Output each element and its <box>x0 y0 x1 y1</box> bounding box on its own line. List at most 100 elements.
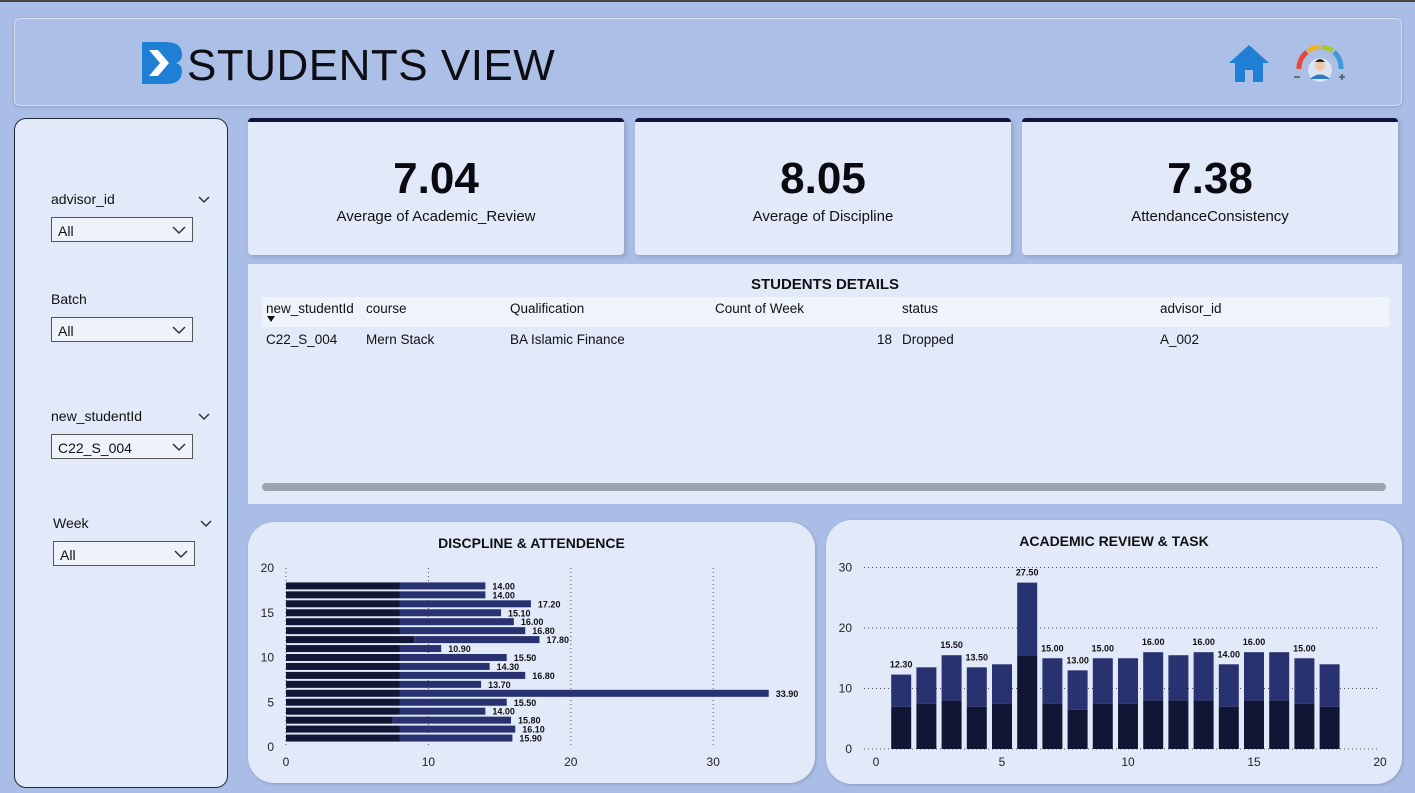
bar-segment-academic <box>966 706 987 749</box>
column-header[interactable]: course <box>366 301 407 316</box>
bar-segment-academic <box>1017 655 1038 749</box>
sort-descending-icon[interactable] <box>267 316 275 322</box>
x-tick-label: 20 <box>1373 755 1387 769</box>
data-label: 16.00 <box>1243 637 1266 647</box>
data-label: 16.00 <box>1192 637 1215 647</box>
bar-segment-discipline <box>286 734 400 742</box>
data-label: 10.90 <box>448 644 471 654</box>
batch-dropdown[interactable]: All <box>51 317 193 342</box>
batch-slicer: Batch All <box>51 291 211 342</box>
table-cell: BA Islamic Finance <box>510 332 625 347</box>
bar-segment-attendance <box>399 618 514 626</box>
bar-segment-discipline <box>286 618 400 626</box>
bar-segment-discipline <box>286 627 400 635</box>
bar-segment-attendance <box>392 716 511 724</box>
bar-segment-discipline <box>286 636 415 644</box>
advisor-slicer: advisor_id All <box>51 191 211 242</box>
chevron-down-icon[interactable] <box>197 410 211 422</box>
bar-segment-discipline <box>286 707 400 715</box>
bar-segment-discipline <box>286 689 400 697</box>
data-label: 13.70 <box>488 680 511 690</box>
bar-segment-task <box>1118 658 1138 704</box>
data-label: 14.00 <box>492 707 515 717</box>
data-label: 27.50 <box>1016 568 1039 578</box>
bar-segment-task <box>1244 652 1264 701</box>
bar-segment-task <box>1168 655 1189 701</box>
performance-gauge-icon[interactable] <box>1291 39 1349 87</box>
y-tick-label: 30 <box>839 561 853 575</box>
dropdown-value: All <box>60 547 76 563</box>
y-tick-label: 0 <box>267 740 274 754</box>
bar-segment-academic <box>1269 700 1290 749</box>
column-header[interactable]: new_studentId <box>266 301 354 316</box>
bar-segment-attendance <box>399 627 526 635</box>
bar-segment-academic <box>1244 700 1264 749</box>
bar-segment-task <box>1143 652 1164 701</box>
academic-review-task-chart: ACADEMIC REVIEW & TASK 0 10 20 30 0 5 10 15 20 12… <box>826 520 1402 784</box>
advisor-dropdown[interactable]: All <box>51 217 193 242</box>
bar-segment-task <box>1294 658 1315 704</box>
chevron-down-icon[interactable] <box>199 517 213 529</box>
bar-segment-attendance <box>399 609 502 617</box>
data-label: 14.00 <box>1218 649 1241 659</box>
kpi-label: Average of Academic_Review <box>336 208 536 225</box>
student-dropdown[interactable]: C22_S_004 <box>51 434 193 459</box>
data-label: 33.90 <box>776 689 799 699</box>
bar-segment-academic <box>1067 709 1088 749</box>
dropdown-value: All <box>58 323 74 339</box>
chevron-down-icon[interactable] <box>197 193 211 205</box>
horizontal-scrollbar[interactable] <box>262 483 1386 491</box>
bar-segment-academic <box>1294 703 1315 749</box>
bar-segment-attendance <box>399 654 507 661</box>
bar-segment-task <box>941 655 962 701</box>
bar-segment-attendance <box>399 734 513 742</box>
table-cell: Dropped <box>902 332 954 347</box>
bar-segment-task <box>966 667 987 707</box>
x-tick-label: 20 <box>564 755 578 769</box>
bar-segment-task <box>1269 652 1290 701</box>
bar-segment-academic <box>1319 706 1340 749</box>
data-label: 12.30 <box>890 660 913 670</box>
bar-segment-attendance <box>399 645 442 653</box>
bar-segment-attendance <box>399 707 486 715</box>
slicer-label: Week <box>53 515 89 531</box>
student-slicer: new_studentId C22_S_004 <box>51 408 211 459</box>
kpi-value: 8.05 <box>780 154 866 203</box>
column-header[interactable]: Qualification <box>510 301 584 316</box>
kpi-card-discipline: 8.05 Average of Discipline <box>635 118 1011 255</box>
bar-segment-attendance <box>399 582 486 590</box>
bar-segment-attendance <box>399 689 769 697</box>
x-tick-label: 0 <box>283 755 290 769</box>
data-label: 15.00 <box>1293 643 1316 653</box>
bar-segment-task <box>1218 664 1239 707</box>
column-header[interactable]: advisor_id <box>1160 301 1222 316</box>
home-icon[interactable] <box>1227 43 1271 83</box>
bar-segment-task <box>1092 658 1113 704</box>
bar-segment-academic <box>1118 703 1138 749</box>
table-cell: A_002 <box>1160 332 1200 347</box>
bar-segment-attendance <box>399 725 516 733</box>
table-cell: C22_S_004 <box>266 332 338 347</box>
bar-segment-discipline <box>286 698 400 706</box>
bar-segment-task <box>891 674 912 707</box>
chart-canvas: 0 10 20 300510152014.0014.0017.2015.1016.00… <box>261 561 799 769</box>
chevron-down-icon <box>172 326 186 335</box>
data-label: 16.00 <box>1142 637 1165 647</box>
bar-segment-academic <box>891 706 912 749</box>
table-title: STUDENTS DETAILS <box>750 276 900 293</box>
bar-segment-discipline <box>286 582 400 590</box>
data-label: 13.50 <box>966 652 989 662</box>
x-tick-label: 30 <box>707 755 721 769</box>
data-label: 15.50 <box>940 640 963 650</box>
bar-segment-attendance <box>399 680 482 688</box>
discipline-attendance-chart: DISCPLINE & ATTENDENCE 0 10 20 30 0 5 10 15 20 14… <box>248 522 815 783</box>
x-tick-label: 10 <box>1121 755 1135 769</box>
column-header[interactable]: status <box>902 301 938 316</box>
bar-segment-discipline <box>286 654 400 661</box>
slicer-label: advisor_id <box>51 191 115 207</box>
week-dropdown[interactable]: All <box>53 541 195 566</box>
bar-segment-academic <box>1168 700 1189 749</box>
column-header[interactable]: Count of Week <box>715 301 804 316</box>
bar-segment-discipline <box>286 716 393 724</box>
chart-canvas: 0 10 20 30 0 5 10 15 20 12.30 15.5013.50 27.50 15.00… <box>839 561 1387 770</box>
